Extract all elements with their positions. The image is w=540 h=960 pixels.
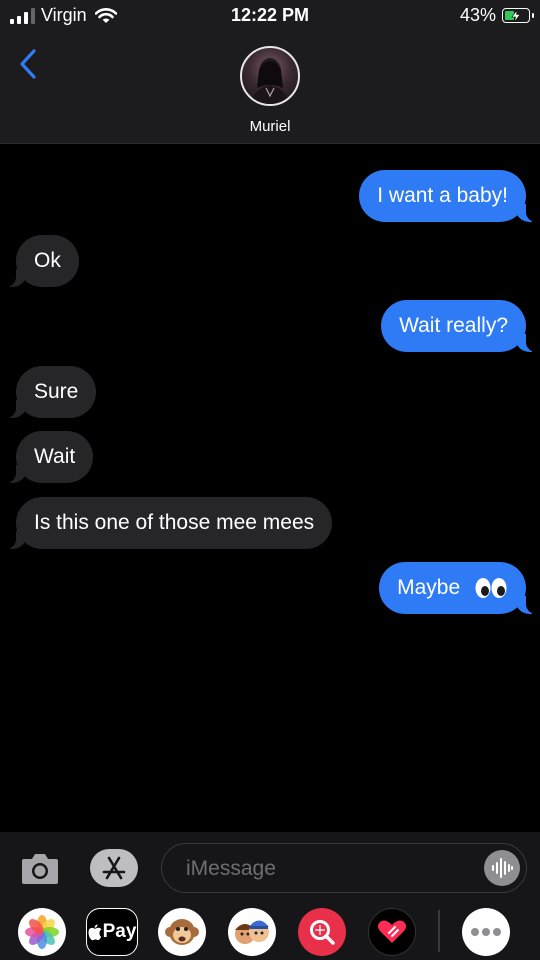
contact-avatar[interactable]	[240, 46, 300, 106]
status-bar: Virgin 12:22 PM 43%	[0, 0, 540, 32]
message-text: I want a baby!	[377, 184, 508, 207]
apple-pay-button[interactable]: Pay	[86, 908, 138, 956]
message-text: Maybe	[397, 576, 461, 599]
outgoing-message-bubble[interactable]: Wait really?	[381, 300, 540, 352]
drawer-divider	[438, 910, 440, 952]
message-text: Ok	[34, 249, 61, 272]
message-text: Sure	[34, 380, 79, 403]
battery-charging-icon	[502, 8, 534, 23]
message-text: Wait	[34, 445, 76, 468]
memoji-icon	[235, 920, 269, 944]
incoming-message-bubble[interactable]: Is this one of those mee mees	[1, 497, 333, 549]
camera-icon	[22, 854, 58, 884]
message-text: Wait really?	[399, 314, 508, 337]
memoji-app-button[interactable]	[228, 908, 276, 956]
back-button[interactable]	[14, 46, 44, 82]
digital-touch-app-button[interactable]	[368, 908, 416, 956]
photos-icon	[25, 915, 59, 949]
status-right: 43%	[459, 5, 534, 26]
conversation-header: Virgin 12:22 PM 43% Muriel	[0, 0, 540, 144]
battery-percent: 43%	[459, 5, 496, 25]
animoji-icon	[165, 919, 199, 945]
eyes-emoji-icon	[475, 578, 507, 599]
outgoing-message-bubble[interactable]: I want a baby!	[359, 170, 540, 222]
apple-pay-icon	[88, 924, 102, 940]
incoming-message-bubble[interactable]: Wait	[1, 431, 94, 483]
message-text: Is this one of those mee mees	[34, 511, 315, 534]
contact-name[interactable]: Muriel	[0, 118, 540, 135]
animoji-app-button[interactable]	[158, 908, 206, 956]
message-composer: Pay	[0, 832, 540, 960]
web-search-icon	[310, 920, 335, 945]
waveform-icon	[492, 858, 513, 878]
camera-button[interactable]	[20, 850, 60, 886]
apple-pay-label: Pay	[102, 921, 137, 942]
photos-app-button[interactable]	[18, 908, 66, 956]
avatar-image	[250, 58, 290, 104]
app-store-icon	[102, 856, 126, 880]
app-store-button[interactable]	[90, 849, 138, 887]
app-drawer: Pay	[0, 908, 540, 960]
audio-message-button[interactable]	[484, 850, 520, 886]
outgoing-message-bubble[interactable]: Maybe	[379, 562, 540, 614]
web-search-app-button[interactable]	[298, 908, 346, 956]
more-apps-icon	[471, 928, 501, 936]
digital-touch-icon	[378, 920, 406, 943]
chevron-left-icon	[20, 49, 36, 79]
incoming-message-bubble[interactable]: Ok	[2, 235, 79, 287]
message-input[interactable]	[184, 844, 478, 893]
message-input-container	[161, 843, 527, 893]
incoming-message-bubble[interactable]: Sure	[1, 366, 97, 418]
more-apps-button[interactable]	[462, 908, 510, 956]
